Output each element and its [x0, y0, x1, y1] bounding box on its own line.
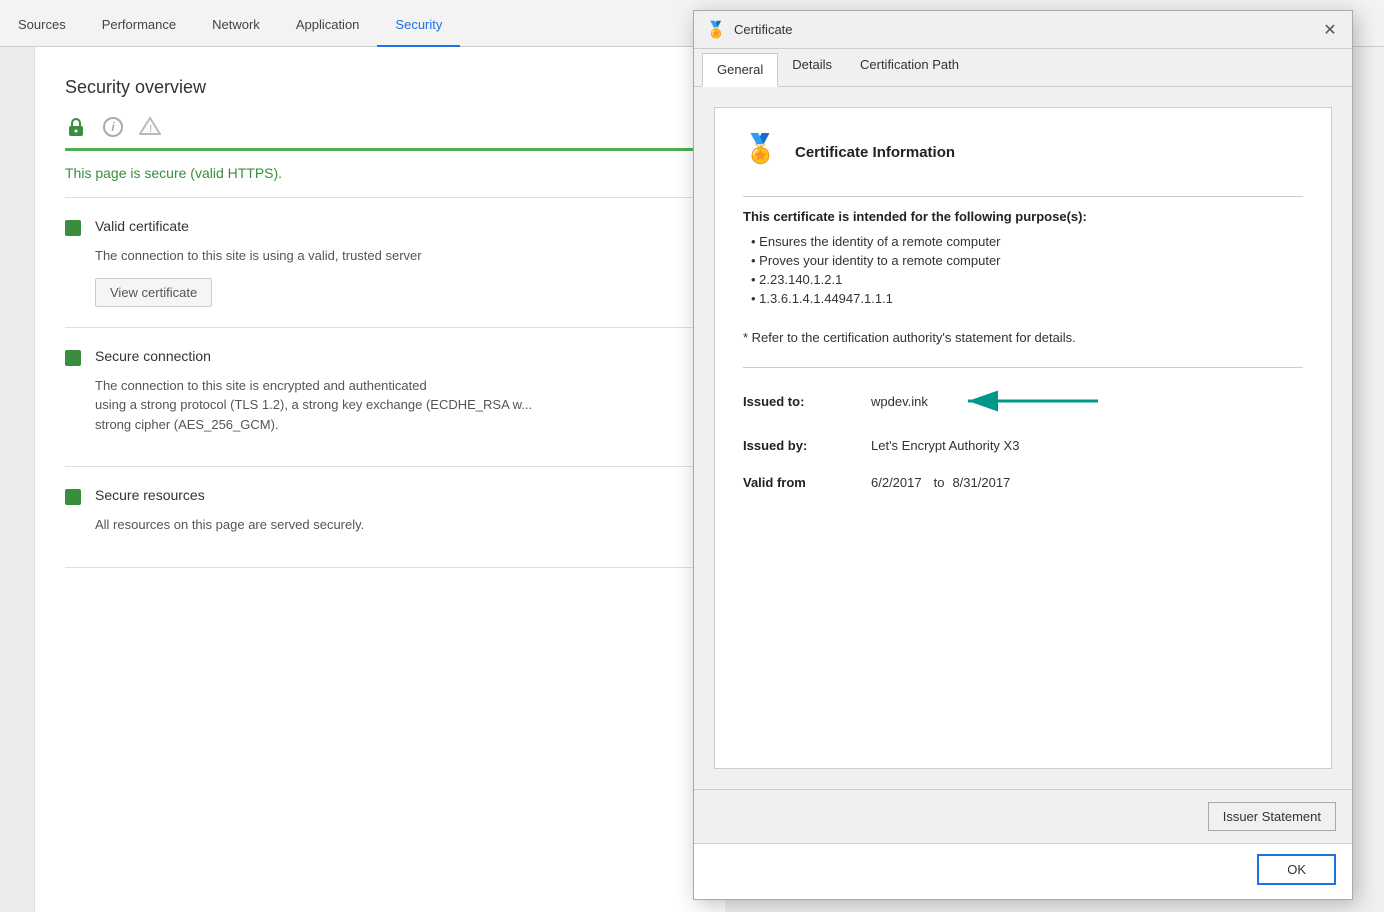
- cert-dialog-titlebar: 🏅 Certificate ✕: [694, 11, 1352, 49]
- security-panel: Security overview i ! This page is secur…: [35, 47, 725, 912]
- cert-issued-to-label: Issued to:: [743, 394, 863, 409]
- secure-resources-body: All resources on this page are served se…: [95, 515, 695, 535]
- cert-tab-certification-path[interactable]: Certification Path: [846, 49, 973, 87]
- cert-title-text: Certificate: [734, 22, 793, 37]
- security-overview-title: Security overview: [65, 77, 695, 98]
- cert-purpose-item-3: 2.23.140.1.2.1: [751, 272, 1303, 287]
- lock-icon: [65, 116, 87, 138]
- cert-purpose-header: This certificate is intended for the fol…: [743, 209, 1303, 224]
- certificate-dialog: 🏅 Certificate ✕ General Details Certific…: [693, 10, 1353, 900]
- secure-resources-title: Secure resources: [95, 487, 205, 503]
- cert-valid-from-value: 6/2/2017: [871, 475, 922, 490]
- cert-tab-general[interactable]: General: [702, 53, 778, 87]
- cert-purpose-item-4: 1.3.6.1.4.1.44947.1.1.1: [751, 291, 1303, 306]
- warning-icon: !: [139, 116, 161, 138]
- cert-ok-row: OK: [694, 843, 1352, 899]
- cert-tab-details[interactable]: Details: [778, 49, 846, 87]
- secure-resources-header: Secure resources: [65, 487, 695, 505]
- tab-sources[interactable]: Sources: [0, 4, 84, 47]
- cert-divider-1: [743, 196, 1303, 197]
- secure-connection-title: Secure connection: [95, 348, 211, 364]
- cert-title-icon: 🏅: [706, 20, 726, 40]
- tab-network[interactable]: Network: [194, 4, 278, 47]
- cert-close-button[interactable]: ✕: [1320, 20, 1340, 40]
- cert-header-icon: 🏅: [743, 132, 783, 172]
- cert-info-title: Certificate Information: [795, 144, 955, 161]
- security-icons-row: i !: [65, 116, 695, 138]
- cert-valid-to-label: to: [934, 475, 945, 490]
- cert-issued-by-label: Issued by:: [743, 438, 863, 453]
- cert-issued-by-row: Issued by: Let's Encrypt Authority X3: [743, 438, 1303, 453]
- cert-body: 🏅 Certificate Information This certifica…: [694, 87, 1352, 789]
- secure-connection-header: Secure connection: [65, 348, 695, 366]
- cert-issued-to-value: wpdev.ink: [871, 394, 928, 409]
- secure-connection-body: The connection to this site is encrypted…: [95, 376, 695, 435]
- valid-certificate-header: Valid certificate: [65, 218, 695, 236]
- cert-ok-button[interactable]: OK: [1257, 854, 1336, 885]
- valid-certificate-body: The connection to this site is using a v…: [95, 246, 695, 266]
- info-icon: i: [103, 117, 123, 137]
- left-sidebar-bar: [0, 47, 35, 912]
- valid-certificate-dot: [65, 220, 81, 236]
- valid-certificate-title: Valid certificate: [95, 218, 189, 234]
- cert-valid-from-label: Valid from: [743, 475, 863, 490]
- secure-connection-section: Secure connection The connection to this…: [65, 328, 695, 468]
- svg-text:!: !: [149, 124, 152, 135]
- cert-issued-to-row: Issued to: wpdev.ink: [743, 386, 1303, 416]
- cert-valid-to-value: 8/31/2017: [952, 475, 1010, 490]
- cert-purpose-item-2: Proves your identity to a remote compute…: [751, 253, 1303, 268]
- cert-footer: Issuer Statement: [694, 789, 1352, 843]
- view-certificate-button[interactable]: View certificate: [95, 278, 212, 307]
- cert-content-box: 🏅 Certificate Information This certifica…: [714, 107, 1332, 769]
- cert-valid-from-row: Valid from 6/2/2017 to 8/31/2017: [743, 475, 1303, 490]
- secure-connection-dot: [65, 350, 81, 366]
- tab-performance[interactable]: Performance: [84, 4, 194, 47]
- issuer-statement-button[interactable]: Issuer Statement: [1208, 802, 1336, 831]
- cert-tabs: General Details Certification Path: [694, 49, 1352, 87]
- cert-issued-by-value: Let's Encrypt Authority X3: [871, 438, 1019, 453]
- cert-purpose-item-1: Ensures the identity of a remote compute…: [751, 234, 1303, 249]
- tab-application[interactable]: Application: [278, 4, 378, 47]
- cert-purpose-list: Ensures the identity of a remote compute…: [743, 234, 1303, 310]
- cert-info-header: 🏅 Certificate Information: [743, 132, 1303, 172]
- cert-footer-right: Issuer Statement: [1208, 802, 1336, 831]
- security-status-message: This page is secure (valid HTTPS).: [65, 151, 695, 198]
- valid-certificate-section: Valid certificate The connection to this…: [65, 198, 695, 328]
- cert-divider-2: [743, 367, 1303, 368]
- cert-refer-note: * Refer to the certification authority's…: [743, 330, 1303, 345]
- cert-arrow-annotation: [948, 386, 1108, 416]
- secure-resources-section: Secure resources All resources on this p…: [65, 467, 695, 568]
- tab-security[interactable]: Security: [377, 4, 460, 47]
- secure-resources-dot: [65, 489, 81, 505]
- cert-title-left: 🏅 Certificate: [706, 20, 793, 40]
